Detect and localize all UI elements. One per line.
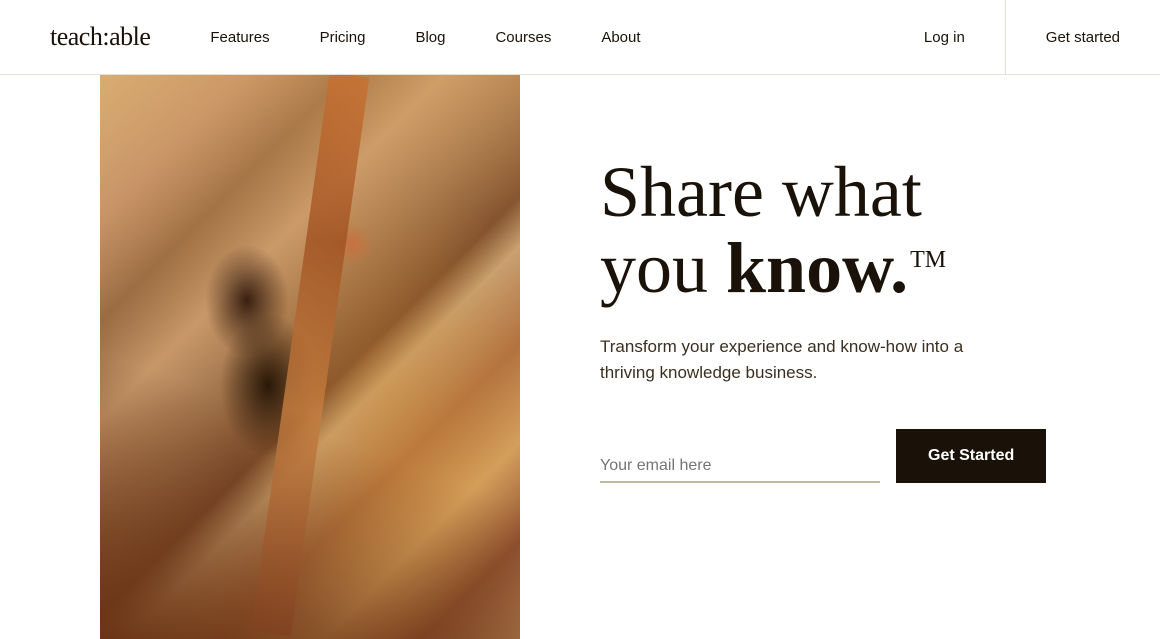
nav-blog[interactable]: Blog: [415, 29, 445, 46]
nav-about[interactable]: About: [601, 29, 640, 46]
email-input[interactable]: [600, 457, 880, 475]
hero-image-container: [100, 75, 520, 639]
cta-row: Get Started: [600, 429, 1100, 483]
hero-subheadline: Transform your experience and know-how i…: [600, 334, 980, 385]
login-button[interactable]: Log in: [884, 29, 1005, 46]
headline-line1: Share what: [600, 152, 922, 232]
nav-pricing[interactable]: Pricing: [320, 29, 366, 46]
hero-image: [100, 75, 520, 639]
main-content: Share what you know.TM Transform your ex…: [0, 75, 1160, 639]
get-started-nav-button[interactable]: Get started: [1006, 29, 1160, 46]
site-logo[interactable]: teach:able: [50, 22, 150, 52]
navbar: teach:able Features Pricing Blog Courses…: [0, 0, 1160, 75]
nav-right: Log in Get started: [884, 0, 1160, 75]
email-input-wrapper: [600, 457, 880, 483]
headline-bold: know.: [726, 228, 908, 308]
hero-content: Share what you know.TM Transform your ex…: [520, 75, 1160, 483]
headline-line2-prefix: you: [600, 228, 726, 308]
hero-headline: Share what you know.TM: [600, 155, 1100, 306]
nav-links: Features Pricing Blog Courses About: [210, 29, 884, 46]
headline-tm: TM: [910, 247, 946, 273]
nav-features[interactable]: Features: [210, 29, 269, 46]
nav-courses[interactable]: Courses: [495, 29, 551, 46]
get-started-cta-button[interactable]: Get Started: [896, 429, 1046, 483]
